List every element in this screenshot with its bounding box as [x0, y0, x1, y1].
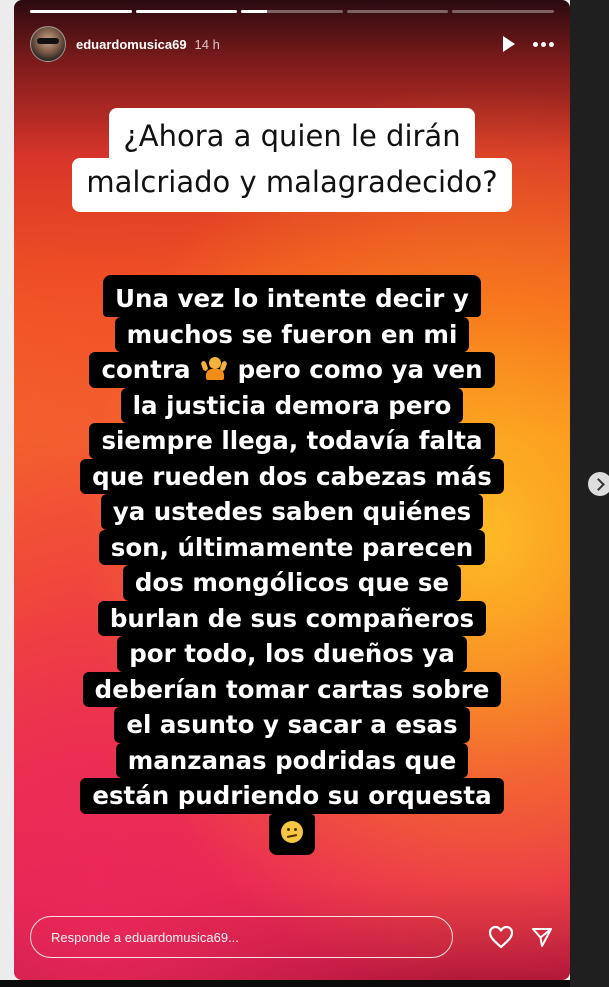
more-dot [549, 41, 554, 47]
progress-fill [135, 10, 238, 13]
chevron-glyph [592, 477, 605, 491]
caption-line: manzanas podridas que [115, 742, 469, 778]
caption-line: por todo, los dueños ya [117, 636, 467, 672]
caption-line: burlan de sus compañeros [97, 600, 487, 636]
progress-fill [241, 10, 267, 13]
story-footer: Responde a eduardomusica69... [30, 915, 554, 959]
caption-fragment: contra [101, 355, 191, 384]
caption-line: que rueden dos cabezas más [80, 458, 504, 494]
play-icon[interactable] [503, 36, 515, 52]
more-dot [541, 41, 546, 47]
story-caption-block: Una vez lo intente decir y muchos se fue… [14, 275, 570, 855]
send-icon[interactable] [530, 925, 554, 949]
emoji-head [209, 357, 222, 369]
caption-line: siempre llega, todavía falta [89, 423, 495, 459]
confused-face-emoji [281, 820, 303, 843]
more-dot [533, 41, 538, 47]
caption-line: deberían tomar cartas sobre [82, 671, 502, 707]
emoji-body [206, 369, 225, 380]
caption-line: contra pero como ya ven [89, 352, 495, 388]
caption-line: muchos se fueron en mi [114, 316, 470, 352]
caption-emoji-line [269, 813, 315, 855]
progress-segment [30, 10, 132, 13]
chevron-right-icon[interactable] [588, 472, 609, 496]
story-header: eduardomusica69 14 h [30, 26, 554, 62]
progress-segment [346, 10, 449, 13]
more-icon[interactable] [533, 38, 554, 51]
question-line: ¿Ahora a quien le dirán [109, 108, 475, 160]
caption-fragment: pero como ya ven [237, 355, 483, 384]
header-controls [503, 36, 554, 52]
caption-line: son, últimamente parecen [98, 529, 486, 565]
username[interactable]: eduardomusica69 [76, 37, 187, 52]
caption-line: Una vez lo intente decir y [103, 275, 481, 317]
question-text-block: ¿Ahora a quien le dirán malcriado y mala… [14, 108, 570, 212]
story-viewer: eduardomusica69 14 h ¿Ahora a quien le d… [0, 0, 609, 987]
progress-segment [241, 10, 343, 13]
post-time: 14 h [194, 36, 220, 52]
viewer-bottom-edge [0, 980, 570, 987]
caption-line: ya ustedes saben quiénes [100, 494, 484, 530]
reply-input[interactable]: Responde a eduardomusica69... [30, 916, 453, 958]
progress-segment [135, 10, 238, 13]
caption-line: el asunto y sacar a esas [114, 707, 470, 743]
person-shrugging-emoji [200, 357, 228, 381]
caption-line: la justicia demora pero [120, 387, 464, 423]
question-line: malcriado y malagradecido? [72, 158, 512, 212]
avatar[interactable] [30, 26, 66, 62]
footer-actions [488, 925, 554, 949]
heart-icon[interactable] [488, 925, 514, 949]
caption-line: están pudriendo su orquesta [80, 778, 504, 814]
story-progress-bar [30, 10, 554, 13]
progress-fill [30, 10, 132, 13]
progress-segment [452, 10, 554, 13]
caption-line: dos mongólicos que se [122, 565, 462, 601]
story-card[interactable]: eduardomusica69 14 h ¿Ahora a quien le d… [14, 0, 570, 980]
